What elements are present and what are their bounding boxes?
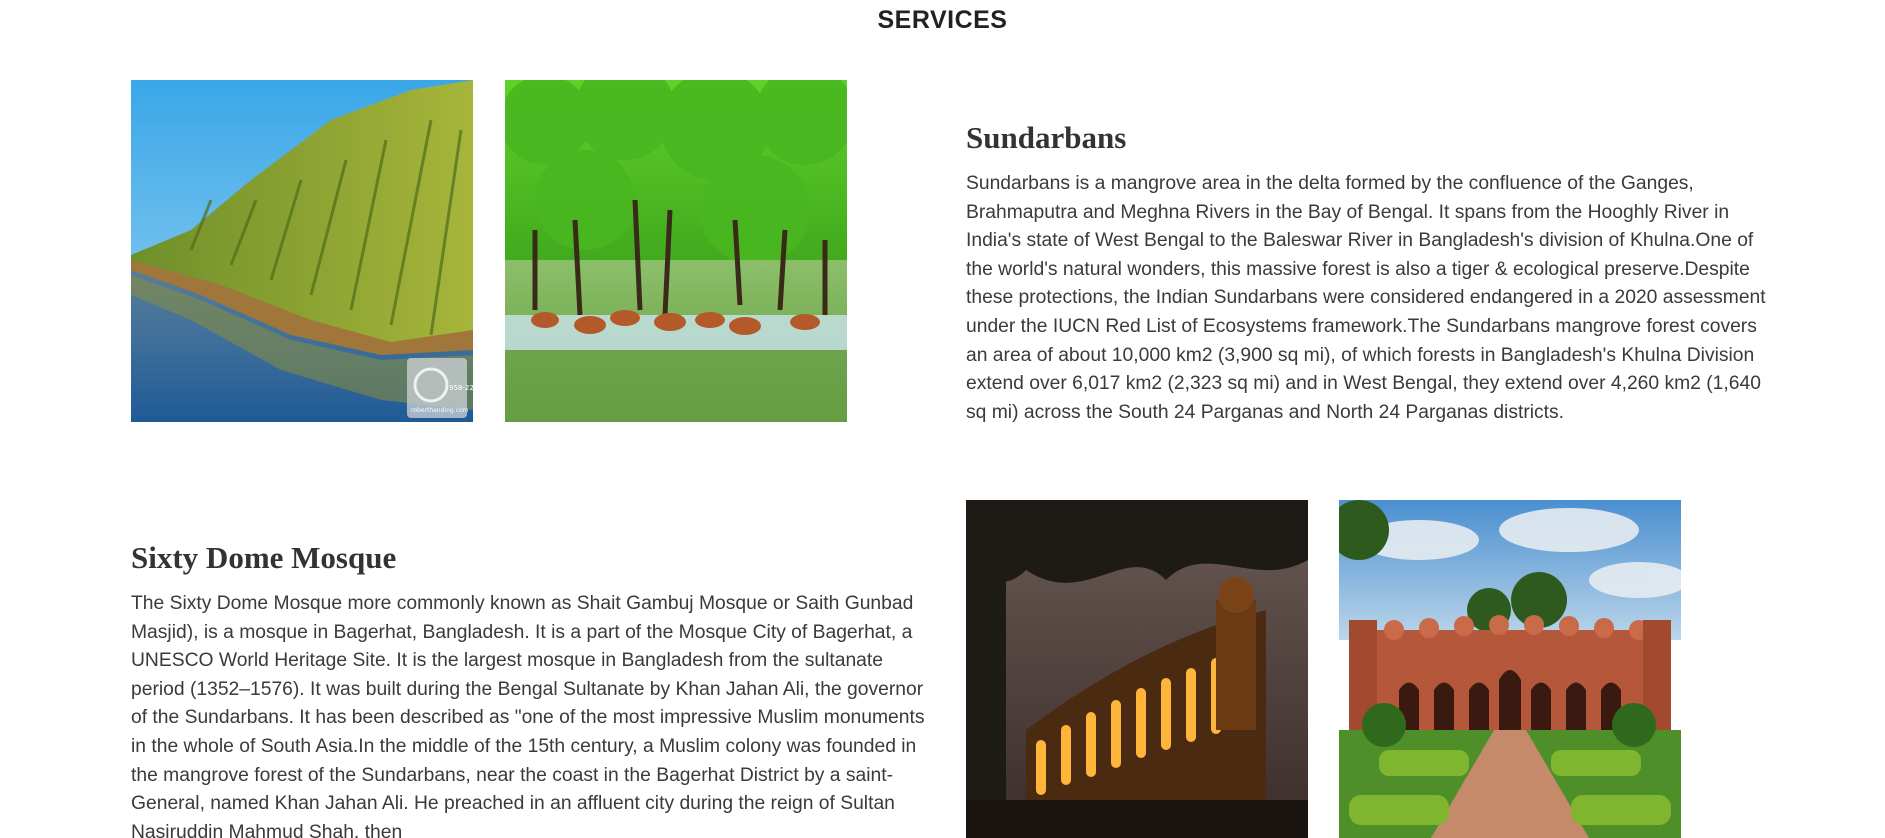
sundarbans-heading: Sundarbans <box>966 120 1127 155</box>
services-page: SERVICES roberthanding.com 958-22 Sundar… <box>0 0 1885 838</box>
sundarbans-mangrove-image: roberthanding.com 958-22 <box>131 80 473 422</box>
mosque-night-image <box>966 500 1308 838</box>
sundarbans-description: Sundarbans is a mangrove area in the del… <box>966 173 1766 423</box>
mosque-description: The Sixty Dome Mosque more commonly know… <box>131 593 925 838</box>
mosque-day-image <box>1339 500 1681 838</box>
mosque-heading: Sixty Dome Mosque <box>131 540 397 575</box>
photo-watermark-code: 958-22 <box>449 384 473 392</box>
sundarbans-deer-image <box>505 80 847 422</box>
photo-watermark: roberthanding.com <box>411 407 469 414</box>
section-title: SERVICES <box>877 6 1008 34</box>
